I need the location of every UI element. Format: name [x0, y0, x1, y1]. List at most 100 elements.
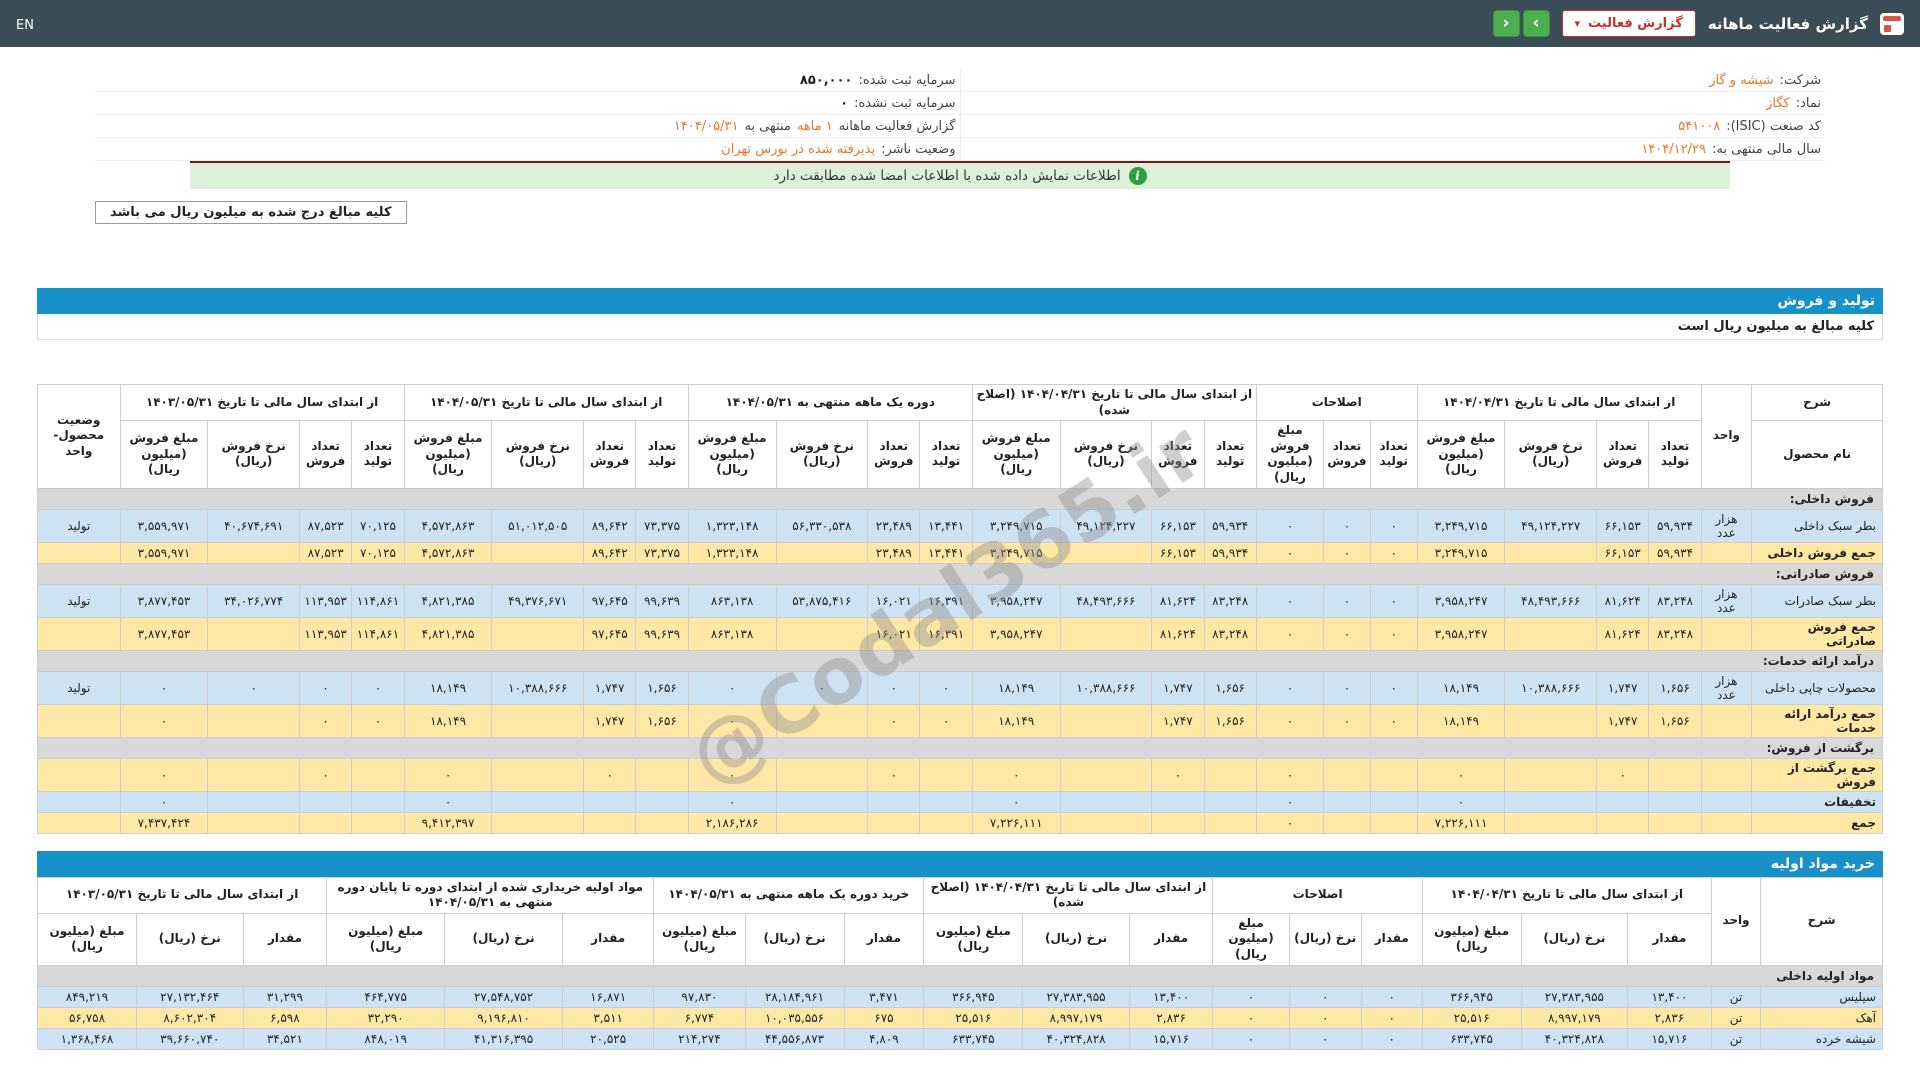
value-cell: ۰: [1212, 1027, 1290, 1050]
report-pager: › ‹: [1492, 10, 1550, 37]
value-cell: [351, 757, 405, 792]
prev-report-button[interactable]: ‹: [1492, 10, 1520, 37]
company-name-label: شرکت:: [1779, 72, 1821, 88]
value-cell: ۳,۹۵۸,۲۴۷: [1416, 583, 1506, 618]
value-cell: ۴۶۴,۷۷۵: [326, 985, 446, 1008]
column-header: مبلغ (میلیون ریال): [326, 912, 446, 966]
value-cell: [1648, 757, 1702, 792]
column-header: مبلغ (میلیون ریال): [923, 912, 1024, 966]
value-cell: ۳,۵۵۹,۹۷۱: [119, 508, 209, 543]
column-group-header: از ابتدای سال مالی تا تاریخ ۱۴۰۴/۰۴/۳۱ (…: [971, 383, 1257, 422]
value-cell: ۲۷,۳۸۳,۹۵۵: [1022, 985, 1130, 1008]
registered-capital-label: سرمایه ثبت شده:: [858, 72, 956, 88]
value-cell: ۶۶,۱۵۳: [1596, 508, 1650, 543]
column-group-header: مواد اولیه خریداری شده از ابتدای دوره تا…: [326, 876, 655, 914]
column-header: نرخ فروش (ریال): [1059, 420, 1153, 489]
value-cell: ۳۶۶,۹۴۵: [923, 985, 1024, 1008]
value-cell: ۸۴۹,۲۱۹: [36, 985, 138, 1008]
value-cell: ۶۶,۱۵۳: [1151, 508, 1205, 543]
value-cell: ۰: [1255, 583, 1325, 618]
value-cell: [1151, 811, 1205, 834]
value-cell: ۶۳۳,۷۴۵: [1421, 1027, 1522, 1050]
isic-row: کد صنعت (ISIC): ۵۴۱۰۰۸: [960, 115, 1825, 138]
column-header: نرخ فروش (ریال): [491, 420, 585, 489]
top-navbar: گزارش فعالیت ماهانه گزارش فعالیت ▾ › ‹ E…: [0, 0, 1920, 47]
company-name-link[interactable]: شیشه و گاز: [1709, 73, 1773, 88]
value-cell: ۲۵,۵۱۶: [1421, 1006, 1522, 1029]
value-cell: ۱۵,۷۱۶: [1627, 1027, 1712, 1050]
value-cell: [775, 811, 869, 834]
value-cell: ۴۴,۵۵۶,۸۷۳: [744, 1027, 845, 1050]
value-cell: ۸۷,۵۲۳: [298, 541, 353, 564]
value-cell: ۸۱,۶۲۴: [1596, 583, 1650, 618]
section-row-label: درآمد ارائه خدمات:: [37, 649, 1883, 672]
value-cell: [1700, 541, 1753, 564]
value-cell: [1369, 811, 1418, 834]
column-header: نرخ (ریال): [136, 912, 244, 966]
value-cell: [207, 703, 300, 738]
value-cell: ۲,۸۳۶: [1627, 1006, 1712, 1029]
value-cell: ۰: [1288, 985, 1362, 1008]
row-label-cell: جمع درآمد ارائه خدمات: [1751, 703, 1883, 738]
value-cell: [635, 811, 689, 834]
value-cell: [1504, 616, 1598, 651]
value-cell: ۵۹,۹۳۴: [1648, 541, 1702, 564]
value-cell: ۰: [1288, 1027, 1362, 1050]
value-cell: [1151, 790, 1205, 813]
language-toggle[interactable]: EN: [16, 18, 34, 33]
value-cell: ۰: [1255, 670, 1325, 705]
column-header: مبلغ (میلیون ریال): [653, 912, 746, 966]
value-cell: [351, 811, 405, 834]
value-cell: ۰: [1369, 583, 1418, 618]
value-cell: ۸۳,۲۴۸: [1648, 616, 1702, 651]
value-cell: ۳۱,۲۹۹: [242, 985, 328, 1008]
value-cell: ۰: [867, 670, 921, 705]
column-group-header: واحد: [1700, 384, 1753, 489]
report-type-button[interactable]: گزارش فعالیت ▾: [1561, 10, 1696, 37]
value-cell: ۰: [119, 757, 209, 792]
value-cell: ۶۶,۱۵۳: [1596, 541, 1650, 564]
section-row-label: فروش داخلی:: [37, 487, 1883, 510]
sales-section-header: تولید و فروش: [37, 288, 1883, 314]
value-cell: ۰: [1323, 583, 1371, 618]
value-cell: [1203, 790, 1257, 813]
table-row: برگشت از فروش:: [37, 736, 1883, 759]
fiscal-year-row: سال مالی منتهی به: ۱۴۰۴/۱۲/۲۹: [960, 138, 1825, 161]
row-label-cell: تخفیفات: [1751, 790, 1883, 813]
value-cell: [583, 790, 637, 813]
main-content: تولید و فروش کلیه مبالغ به میلیون ریال ا…: [36, 288, 1883, 1050]
report-period-value: ۱ ماهه: [796, 118, 833, 134]
value-cell: تن: [1710, 1006, 1762, 1029]
value-cell: [491, 757, 585, 792]
value-cell: تولید: [37, 508, 121, 543]
value-cell: ۹۷,۶۴۵: [583, 583, 637, 618]
value-cell: ۰: [867, 703, 921, 738]
value-cell: ۵۹,۹۳۴: [1648, 508, 1702, 543]
value-cell: ۸۶۳,۱۳۸: [687, 616, 777, 651]
value-cell: ۳,۲۴۹,۷۱۵: [971, 541, 1061, 564]
column-header: تعداد فروش: [298, 420, 353, 489]
value-cell: ۸,۶۰۲,۳۰۴: [136, 1006, 244, 1029]
next-report-button[interactable]: ›: [1522, 10, 1550, 37]
company-info-right-column: شرکت: شیشه و گاز نماد: کگاز کد صنعت (ISI…: [959, 69, 1825, 161]
column-header: مبلغ فروش (میلیون ریال): [687, 420, 777, 489]
value-cell: ۱,۷۴۷: [583, 703, 637, 738]
value-cell: ۴۸,۴۹۳,۶۶۶: [1059, 583, 1153, 618]
column-group-header: شرح: [1760, 876, 1883, 966]
table-row: بطر سبک صادرات هزار عدد ۸۳,۲۴۸ ۸۱,۶۲۴ ۴۸,۴۹۳…: [37, 583, 1883, 618]
unregistered-capital-row: سرمایه ثبت نشده: ۰: [95, 92, 960, 115]
value-cell: ۱۸,۱۴۹: [971, 670, 1061, 705]
value-cell: ۱,۷۴۷: [1596, 670, 1650, 705]
value-cell: ۴۰,۳۲۴,۸۲۸: [1520, 1027, 1629, 1050]
value-cell: ۹۹,۶۳۹: [635, 583, 689, 618]
value-cell: ۰: [298, 703, 353, 738]
column-header: مقدار: [562, 912, 655, 966]
value-cell: ۲۰,۵۲۵: [562, 1027, 655, 1050]
signed-data-notice: i اطلاعات نمایش داده شده با اطلاعات امضا…: [190, 161, 1730, 189]
value-cell: [1059, 811, 1153, 834]
value-cell: ۱۱۳,۹۵۳: [298, 583, 353, 618]
amounts-note-container: کلیه مبالغ درج شده به میلیون ریال می باش…: [95, 201, 1825, 224]
value-cell: ۷۰,۱۲۵: [351, 508, 405, 543]
report-period-label: گزارش فعالیت ماهانه: [838, 118, 956, 134]
value-cell: ۱۶,۳۹۱: [919, 616, 973, 651]
